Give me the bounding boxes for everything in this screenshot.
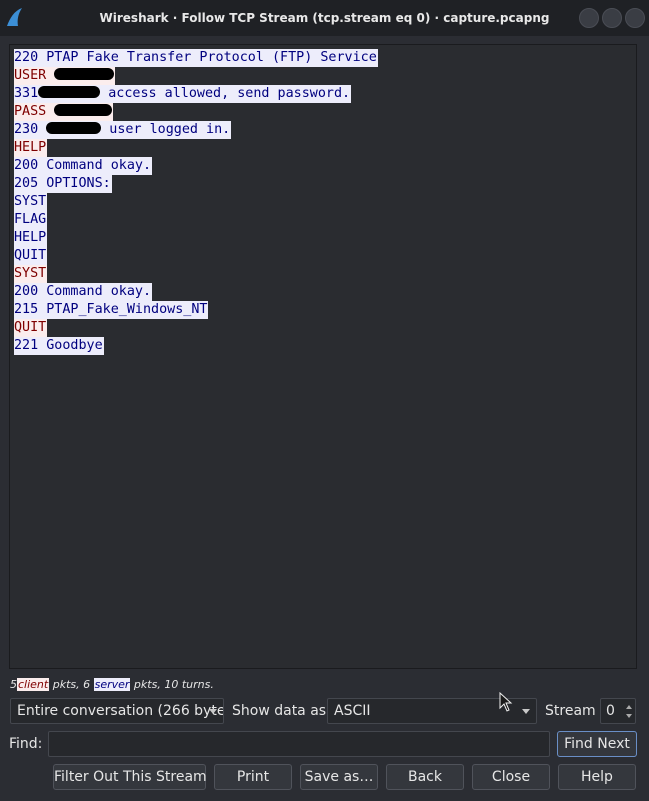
line-text: 220 PTAP Fake Transfer Protocol (FTP) Se… bbox=[14, 49, 378, 67]
line-text: USER bbox=[14, 67, 116, 85]
find-label: Find: bbox=[9, 736, 43, 752]
line-text-after: user logged in. bbox=[101, 122, 231, 137]
stream-label: Stream bbox=[545, 703, 596, 719]
chevron-down-icon bbox=[522, 709, 530, 714]
mouse-cursor-icon bbox=[499, 692, 513, 712]
server-line: FLAG bbox=[14, 211, 378, 229]
stats-client-tag: client bbox=[17, 678, 50, 691]
line-text: PASS bbox=[14, 103, 114, 121]
server-line: 220 PTAP Fake Transfer Protocol (FTP) Se… bbox=[14, 49, 378, 67]
show-data-label: Show data as bbox=[232, 703, 327, 719]
server-line: HELP bbox=[14, 229, 378, 247]
line-text: 230 user logged in. bbox=[14, 121, 232, 139]
stats-client-count: 5 bbox=[10, 678, 17, 691]
stream-text-view[interactable]: 220 PTAP Fake Transfer Protocol (FTP) Se… bbox=[9, 44, 637, 669]
spin-down-icon[interactable] bbox=[626, 714, 632, 718]
filter-out-stream-button[interactable]: Filter Out This Stream bbox=[53, 764, 207, 790]
server-line: 200 Command okay. bbox=[14, 157, 378, 175]
stream-lines: 220 PTAP Fake Transfer Protocol (FTP) Se… bbox=[14, 49, 378, 355]
save-as-button[interactable]: Save as… bbox=[300, 764, 378, 790]
line-text: FLAG bbox=[14, 211, 48, 229]
line-text: 200 Command okay. bbox=[14, 157, 153, 175]
minimize-button[interactable] bbox=[579, 8, 599, 28]
line-text: HELP bbox=[14, 139, 48, 157]
server-line: 200 Command okay. bbox=[14, 283, 378, 301]
stats-tail: pkts, 10 turns. bbox=[130, 678, 214, 691]
spin-up-icon[interactable] bbox=[626, 705, 632, 709]
stats-middle: pkts, 6 bbox=[49, 678, 94, 691]
find-input[interactable] bbox=[48, 731, 550, 757]
redaction-mark bbox=[54, 104, 113, 116]
line-text: 205 OPTIONS: bbox=[14, 175, 112, 193]
find-next-label: Find Next bbox=[564, 736, 630, 752]
line-text: 331 access allowed, send password. bbox=[14, 85, 352, 103]
server-line: QUIT bbox=[14, 247, 378, 265]
line-text: QUIT bbox=[14, 319, 48, 337]
client-line: QUIT bbox=[14, 319, 378, 337]
server-line: SYST bbox=[14, 193, 378, 211]
help-button[interactable]: Help bbox=[558, 764, 636, 790]
show-data-select-value: ASCII bbox=[334, 703, 371, 719]
server-line: 230 user logged in. bbox=[14, 121, 378, 139]
line-text: QUIT bbox=[14, 247, 48, 265]
line-text: 215 PTAP_Fake_Windows_NT bbox=[14, 301, 209, 319]
line-text: SYST bbox=[14, 265, 48, 283]
server-line: 331 access allowed, send password. bbox=[14, 85, 378, 103]
line-text-after: access allowed, send password. bbox=[100, 86, 351, 101]
redaction-mark bbox=[38, 86, 101, 98]
redaction-mark bbox=[46, 122, 102, 134]
close-button[interactable]: Close bbox=[472, 764, 550, 790]
back-button[interactable]: Back bbox=[386, 764, 464, 790]
maximize-button[interactable] bbox=[602, 8, 622, 28]
client-line: USER bbox=[14, 67, 378, 85]
line-text: 221 Goodbye bbox=[14, 337, 104, 355]
stream-stats: 5client pkts, 6 server pkts, 10 turns. bbox=[10, 677, 214, 693]
client-line: HELP bbox=[14, 139, 378, 157]
line-text: SYST bbox=[14, 193, 48, 211]
line-text: 200 Command okay. bbox=[14, 283, 153, 301]
server-line: 215 PTAP_Fake_Windows_NT bbox=[14, 301, 378, 319]
client-line: PASS bbox=[14, 103, 378, 121]
stream-number-value: 0 bbox=[606, 703, 615, 719]
server-line: 205 OPTIONS: bbox=[14, 175, 378, 193]
line-text: HELP bbox=[14, 229, 48, 247]
conversation-select-value: Entire conversation (266 byte bbox=[17, 703, 224, 719]
stats-server-tag: server bbox=[93, 678, 131, 691]
window-title: Wireshark · Follow TCP Stream (tcp.strea… bbox=[99, 11, 550, 25]
server-line: 221 Goodbye bbox=[14, 337, 378, 355]
chevron-down-icon bbox=[209, 709, 217, 714]
conversation-select[interactable]: Entire conversation (266 byte bbox=[10, 698, 224, 724]
close-window-button[interactable] bbox=[625, 8, 645, 28]
title-bar: Wireshark · Follow TCP Stream (tcp.strea… bbox=[0, 0, 649, 36]
redaction-mark bbox=[54, 68, 115, 80]
stream-number-spinbox[interactable]: 0 bbox=[600, 698, 636, 724]
find-next-button[interactable]: Find Next bbox=[557, 731, 637, 757]
print-button[interactable]: Print bbox=[214, 764, 292, 790]
client-line: SYST bbox=[14, 265, 378, 283]
